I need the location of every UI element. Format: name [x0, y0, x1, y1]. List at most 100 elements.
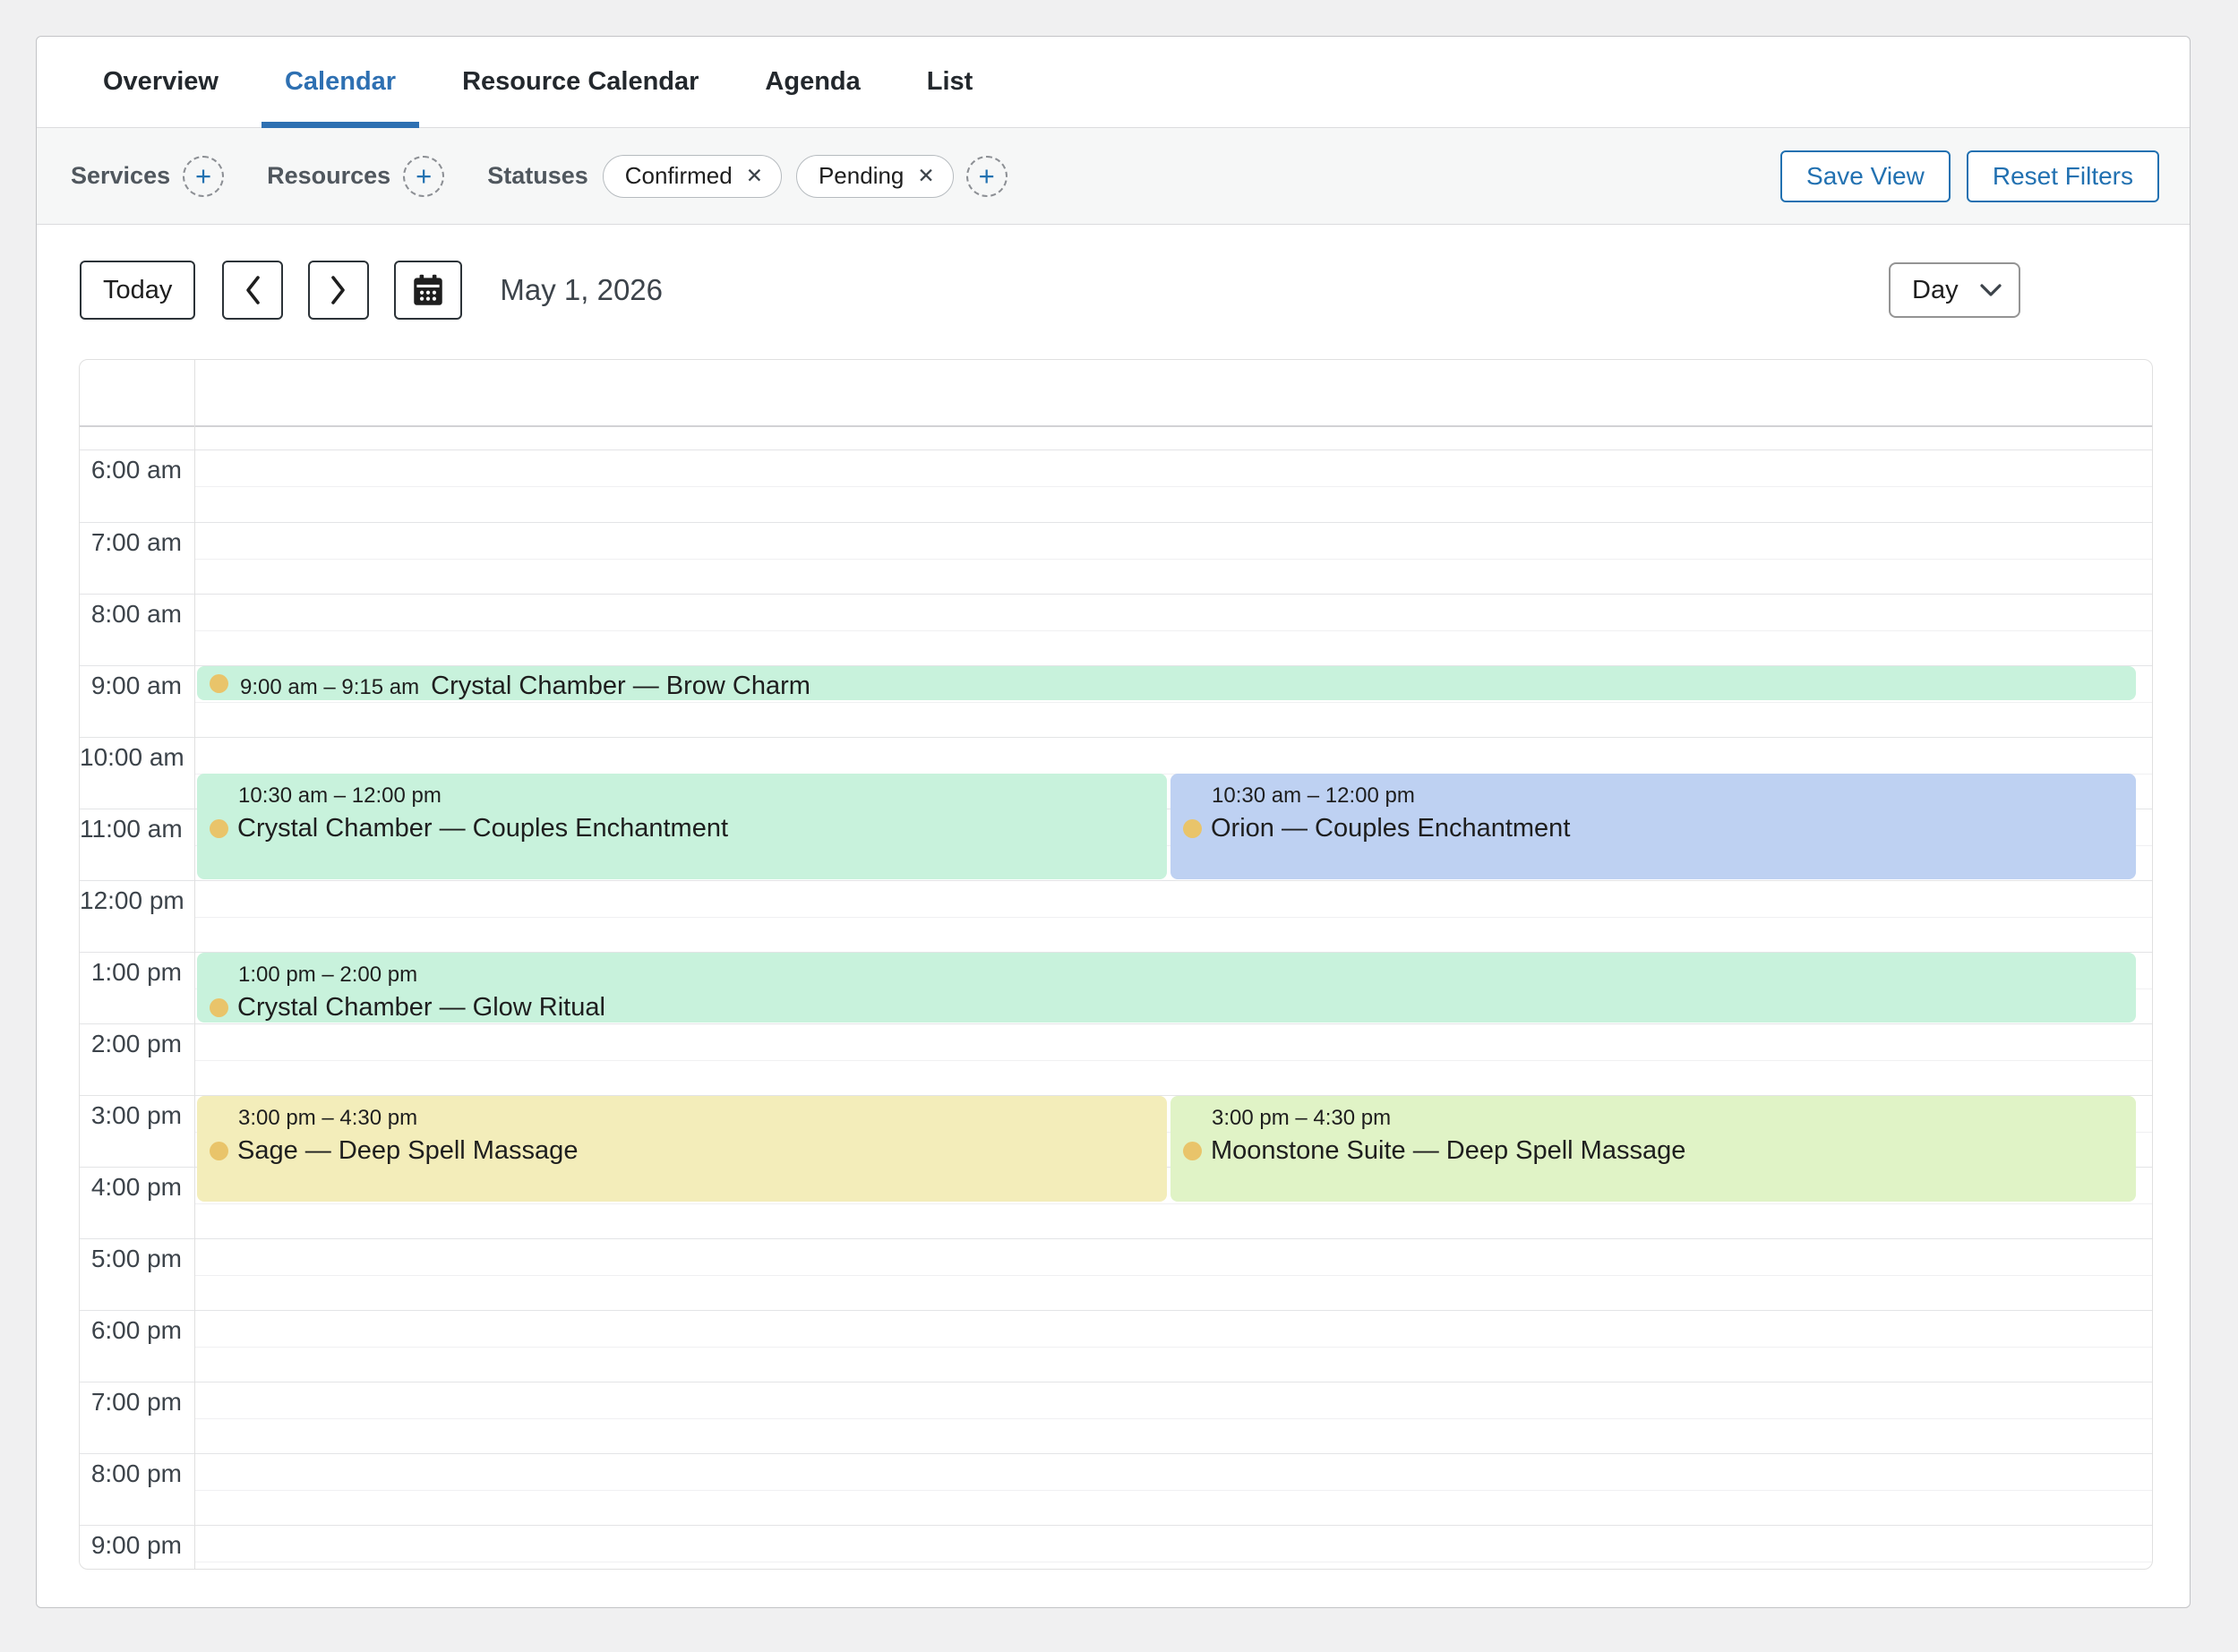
add-service-button[interactable]: +: [183, 156, 224, 197]
reset-filters-button[interactable]: Reset Filters: [1967, 150, 2159, 202]
chevron-right-icon: [329, 274, 348, 306]
calendar-event[interactable]: 9:00 am – 9:15 am Crystal Chamber — Brow …: [197, 666, 2136, 700]
hour-label: 3:00 pm: [80, 1102, 182, 1129]
add-resource-button[interactable]: +: [403, 156, 444, 197]
hour-label: 7:00 am: [80, 529, 182, 556]
status-chip-list: Confirmed ✕ Pending ✕: [588, 155, 954, 198]
today-button[interactable]: Today: [80, 261, 195, 320]
hour-label: 1:00 pm: [80, 959, 182, 986]
event-time: 10:30 am – 12:00 pm: [238, 782, 1154, 809]
statuses-label: Statuses: [487, 162, 588, 190]
date-title: May 1, 2026: [500, 273, 663, 307]
status-dot: [210, 998, 228, 1017]
calendar-grid: 6:00 am 7:00 am 8:00 am 9:00 am 10:00 am 11:0…: [79, 359, 2153, 1570]
status-dot: [1183, 819, 1202, 838]
event-title: Sage — Deep Spell Massage: [237, 1134, 578, 1167]
save-view-button[interactable]: Save View: [1780, 150, 1951, 202]
event-title-row: Crystal Chamber — Couples Enchantment: [210, 812, 1154, 844]
event-title: Crystal Chamber — Brow Charm: [431, 670, 810, 700]
event-title: Moonstone Suite — Deep Spell Massage: [1211, 1134, 1685, 1167]
filter-bar: Services + Resources + Statuses Confirme…: [37, 128, 2190, 225]
tabs-bar: OverviewCalendarResource CalendarAgendaL…: [37, 37, 2190, 128]
event-title-row: Crystal Chamber — Glow Ritual: [210, 991, 2123, 1023]
hour-label: 9:00 pm: [80, 1532, 182, 1559]
status-dot: [210, 1142, 228, 1160]
hour-row-12-00-pm[interactable]: 12:00 pm: [80, 880, 2152, 952]
event-time: 3:00 pm – 4:30 pm: [1212, 1104, 2123, 1132]
event-title-row: Sage — Deep Spell Massage: [210, 1134, 1154, 1167]
page: { "tabs": { "items": [ { "label": "Overv…: [0, 0, 2238, 1652]
calendar-event[interactable]: 1:00 pm – 2:00 pmCrystal Chamber — Glow …: [197, 953, 2136, 1023]
status-dot: [1183, 1142, 1202, 1160]
chip-remove-icon[interactable]: ✕: [917, 166, 934, 186]
hour-label: 2:00 pm: [80, 1031, 182, 1057]
view-select[interactable]: Day: [1889, 262, 2020, 318]
event-title-row: Moonstone Suite — Deep Spell Massage: [1183, 1134, 2123, 1167]
chip-remove-icon[interactable]: ✕: [746, 166, 763, 186]
event-title-row: Orion — Couples Enchantment: [1183, 812, 2123, 844]
plus-icon: +: [416, 162, 432, 190]
calendar-event[interactable]: 3:00 pm – 4:30 pmMoonstone Suite — Deep …: [1170, 1096, 2136, 1202]
event-title: Crystal Chamber — Glow Ritual: [237, 991, 605, 1023]
calendar-event[interactable]: 10:30 am – 12:00 pm Crystal Chamber — Cou…: [197, 774, 1167, 879]
services-label: Services: [71, 162, 170, 190]
plus-icon: +: [195, 162, 211, 190]
status-dot: [210, 819, 228, 838]
hour-row-6-00-am[interactable]: 6:00 am: [80, 450, 2152, 522]
hour-label: 6:00 am: [80, 457, 182, 484]
view-select-value: Day: [1912, 276, 1959, 305]
hour-row-7-00-am[interactable]: 7:00 am: [80, 522, 2152, 594]
hour-label: 8:00 pm: [80, 1460, 182, 1487]
filter-actions: Save View Reset Filters: [1780, 150, 2159, 202]
hour-label: 4:00 pm: [80, 1174, 182, 1201]
hour-row-5-00-pm[interactable]: 5:00 pm: [80, 1238, 2152, 1310]
chip-label: Pending: [819, 162, 904, 190]
hour-row-7-00-pm[interactable]: 7:00 pm: [80, 1382, 2152, 1453]
event-time: 1:00 pm – 2:00 pm: [238, 961, 2123, 989]
hour-label: 11:00 am: [80, 816, 182, 843]
prev-button[interactable]: [222, 261, 283, 320]
tab-resource-calendar[interactable]: Resource Calendar: [439, 37, 722, 127]
tab-calendar[interactable]: Calendar: [262, 37, 419, 127]
tab-overview[interactable]: Overview: [80, 37, 242, 127]
calendar-event[interactable]: 3:00 pm – 4:30 pmSage — Deep Spell Massa…: [197, 1096, 1167, 1202]
calendar-event[interactable]: 10:30 am – 12:00 pm Orion — Couples Encha…: [1170, 774, 2136, 879]
status-dot: [210, 674, 228, 693]
tab-list[interactable]: List: [904, 37, 997, 127]
chevron-down-icon: [1979, 283, 2002, 297]
hour-row-8-00-am[interactable]: 8:00 am: [80, 594, 2152, 665]
hour-row-6-00-pm[interactable]: 6:00 pm: [80, 1310, 2152, 1382]
add-status-button[interactable]: +: [966, 156, 1008, 197]
event-time: 9:00 am – 9:15 am: [240, 673, 419, 700]
status-chip-pending[interactable]: Pending ✕: [796, 155, 954, 198]
day-header-row: [80, 360, 2152, 427]
hour-label: 6:00 pm: [80, 1317, 182, 1344]
hour-row-9-00-pm[interactable]: 9:00 pm: [80, 1525, 2152, 1568]
timegrid-body[interactable]: 6:00 am 7:00 am 8:00 am 9:00 am 10:00 am 11:0…: [80, 450, 2152, 1568]
hour-label: 8:00 am: [80, 601, 182, 628]
event-title: Crystal Chamber — Couples Enchantment: [237, 812, 728, 844]
next-button[interactable]: [308, 261, 369, 320]
hour-row-2-00-pm[interactable]: 2:00 pm: [80, 1023, 2152, 1095]
status-chip-confirmed[interactable]: Confirmed ✕: [603, 155, 782, 198]
hour-label: 12:00 pm: [80, 887, 182, 914]
chevron-left-icon: [243, 274, 262, 306]
event-time: 10:30 am – 12:00 pm: [1212, 782, 2123, 809]
calendar-admin-card: OverviewCalendarResource CalendarAgendaL…: [36, 36, 2191, 1608]
hour-label: 10:00 am: [80, 744, 182, 771]
event-title: Orion — Couples Enchantment: [1211, 812, 1570, 844]
all-day-row[interactable]: [80, 427, 2152, 450]
resources-label: Resources: [267, 162, 390, 190]
hour-label: 7:00 pm: [80, 1389, 182, 1416]
hour-row-8-00-pm[interactable]: 8:00 pm: [80, 1453, 2152, 1525]
time-axis-separator: [194, 360, 195, 1569]
tab-agenda[interactable]: Agenda: [742, 37, 883, 127]
calendar-icon: [409, 271, 447, 309]
chip-label: Confirmed: [625, 162, 733, 190]
datepicker-button[interactable]: [394, 261, 462, 320]
hour-label: 5:00 pm: [80, 1245, 182, 1272]
event-time: 3:00 pm – 4:30 pm: [238, 1104, 1154, 1132]
plus-icon: +: [979, 162, 995, 190]
hour-label: 9:00 am: [80, 672, 182, 699]
calendar-toolbar: Today May 1, 2026 Day: [37, 225, 2190, 323]
